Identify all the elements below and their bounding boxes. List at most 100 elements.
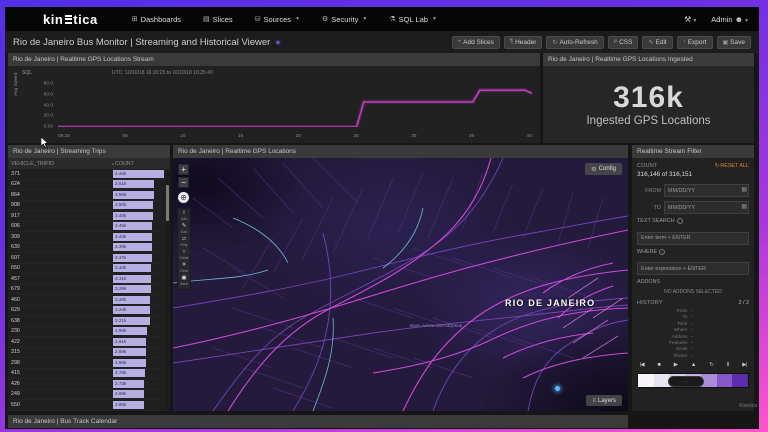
wrench-menu[interactable]: ⚒▼ <box>684 15 697 24</box>
nav-item-security[interactable]: ⚙Security▼ <box>322 15 367 24</box>
to-date-input[interactable] <box>664 201 749 214</box>
trip-id-cell: 679 <box>11 286 113 292</box>
panel-header[interactable]: Realtime Stream Filter <box>632 145 754 158</box>
add-slices-button[interactable]: +Add Slices <box>452 36 500 49</box>
table-row[interactable]: 6503.34k <box>8 264 165 275</box>
count-cell: 3.31k <box>113 275 165 283</box>
table-scrollbar[interactable] <box>166 171 169 409</box>
map-tool-save[interactable]: ▣Save <box>178 275 190 288</box>
map-zoom-in-button[interactable]: + <box>178 164 189 175</box>
table-row[interactable]: 9173.48k <box>8 211 165 222</box>
table-row[interactable]: 6393.39k <box>8 243 165 254</box>
table-row[interactable]: 2982.86k <box>8 358 165 369</box>
x-tick-label: 40 <box>527 134 532 139</box>
favorite-star-icon[interactable]: ★ <box>274 38 281 47</box>
panel-header[interactable]: Rio de Janeiro | Realtime GPS Locations <box>173 145 628 158</box>
text-search-input[interactable] <box>637 232 749 245</box>
css-button[interactable]: #CSS <box>608 36 639 49</box>
table-row[interactable]: 3152.89k <box>8 348 165 359</box>
count-bar: 2.69k <box>113 390 144 398</box>
trip-id-cell: 230 <box>11 328 113 334</box>
x-tick-label: 25 <box>353 134 358 139</box>
colorbar-handle[interactable]: ⋯ <box>668 376 704 387</box>
table-row[interactable]: 8643.55k <box>8 190 165 201</box>
repeat-icon[interactable]: ↻ <box>709 362 713 368</box>
map-layers-button[interactable]: ≡Layers <box>586 395 622 406</box>
colorbar-segment <box>638 374 654 387</box>
map-zoom-out-button[interactable]: − <box>178 177 189 188</box>
table-row[interactable]: 4603.26k <box>8 295 165 306</box>
map-tool-circle[interactable]: ○Circle <box>178 249 190 262</box>
page-title: Rio de Janeiro Bus Monitor | Streaming a… <box>13 37 270 48</box>
table-row[interactable]: 6293.24k <box>8 306 165 317</box>
table-row[interactable]: 9083.50k <box>8 201 165 212</box>
sql-badge[interactable]: SQL <box>22 70 32 76</box>
table-row[interactable]: 2492.69k <box>8 390 165 401</box>
calendar-icon[interactable]: ▦ <box>741 203 747 210</box>
stream-filter-panel: Realtime Stream Filter COUNT ↻RESET ALL … <box>632 145 754 411</box>
table-row[interactable]: 3714.46k <box>8 169 165 180</box>
where-label: WHERE <box>637 249 657 255</box>
export-button[interactable]: ↑Export <box>677 36 713 49</box>
pause-icon[interactable]: Ⅱ <box>727 362 729 368</box>
map-tool-info[interactable]: iInfo <box>178 210 190 223</box>
button-label: Export <box>688 39 707 46</box>
globe-icon[interactable]: ⊕ <box>178 192 189 203</box>
eject-icon[interactable]: ▲ <box>691 362 695 368</box>
table-row[interactable]: 6063.45k <box>8 222 165 233</box>
table-row[interactable]: 4152.78k <box>8 369 165 380</box>
column-header-count[interactable]: COUNT <box>115 161 167 167</box>
map-tool-edit[interactable]: ✎Edit <box>178 223 190 236</box>
table-row[interactable]: 4222.91k <box>8 337 165 348</box>
table-row[interactable]: 4262.73k <box>8 379 165 390</box>
skip-end-icon[interactable]: ▶| <box>742 362 746 368</box>
y-tick-label: 0.00 <box>44 125 53 130</box>
table-row[interactable]: 3093.43k <box>8 232 165 243</box>
header-button[interactable]: ¶Header <box>504 36 543 49</box>
kinetica-logo[interactable]: kin tica <box>43 12 98 27</box>
table-row[interactable]: 5502.66k <box>8 400 165 411</box>
map-config-button[interactable]: ⚙Config <box>585 163 622 175</box>
table-row[interactable]: 4573.31k <box>8 274 165 285</box>
stop-icon[interactable]: ■ <box>658 362 660 368</box>
table-row[interactable]: 6383.21k <box>8 316 165 327</box>
nav-item-sources[interactable]: ⛁Sources▼ <box>255 15 300 24</box>
table-row[interactable]: 6073.37k <box>8 253 165 264</box>
area-map-label: Base Aérea dos Afonsos <box>407 324 465 330</box>
count-cell: 2.91k <box>113 338 165 346</box>
save-icon: ▣ <box>723 39 729 46</box>
nav-item-slices[interactable]: ▤Slices <box>203 15 233 24</box>
save-button[interactable]: ▣Save <box>717 36 752 49</box>
where-expression-input[interactable] <box>637 262 749 275</box>
count-cell: 2.78k <box>113 369 165 377</box>
table-row[interactable]: 6243.61k <box>8 180 165 191</box>
trip-id-cell: 371 <box>11 171 113 177</box>
panel-header[interactable]: Rio de Janeiro | Bus Track Calendar <box>8 415 628 428</box>
reset-all-button[interactable]: ↻RESET ALL <box>715 163 749 169</box>
column-header-tripid[interactable]: VEHICLE_TRIPID <box>11 161 109 167</box>
panel-header[interactable]: Rio de Janeiro | Streaming Trips <box>8 145 170 158</box>
admin-menu[interactable]: Admin ☻▼ <box>711 15 749 24</box>
edit-button[interactable]: ✎Edit <box>642 36 672 49</box>
nav-item-sql-lab[interactable]: ⚗SQL Lab▼ <box>389 15 437 24</box>
from-date-input[interactable] <box>664 184 749 197</box>
nav-item-dashboards[interactable]: ⊞Dashboards <box>132 15 181 24</box>
y-tick-label: 80.0 <box>44 82 53 87</box>
map-tool-poly[interactable]: ▱Poly <box>178 236 190 249</box>
map-canvas[interactable]: + − ⊕ iInfo✎Edit▱Poly○Circle✕Clear▣Save … <box>173 158 628 411</box>
panel-header[interactable]: Rio de Janeiro | Realtime GPS Locations … <box>543 53 754 66</box>
play-icon[interactable]: ▶ <box>674 362 677 368</box>
chart-plot-area[interactable] <box>58 80 532 127</box>
panel-header[interactable]: Rio de Janeiro | Realtime GPS Locations … <box>8 53 540 66</box>
table-row[interactable]: 6793.29k <box>8 285 165 296</box>
scrollbar-thumb[interactable] <box>166 185 169 221</box>
auto-refresh-button[interactable]: ↻Auto-Refresh <box>546 36 603 49</box>
tool-label: Save <box>178 282 190 286</box>
x-tick-label: 10 <box>180 134 185 139</box>
nav-right: ⚒▼ Admin ☻▼ <box>684 15 749 24</box>
calendar-icon[interactable]: ▦ <box>741 186 747 193</box>
map-tool-clear[interactable]: ✕Clear <box>178 262 190 275</box>
skip-start-icon[interactable]: |◀ <box>640 362 644 368</box>
count-cell: 3.26k <box>113 296 165 304</box>
table-row[interactable]: 2302.99k <box>8 327 165 338</box>
